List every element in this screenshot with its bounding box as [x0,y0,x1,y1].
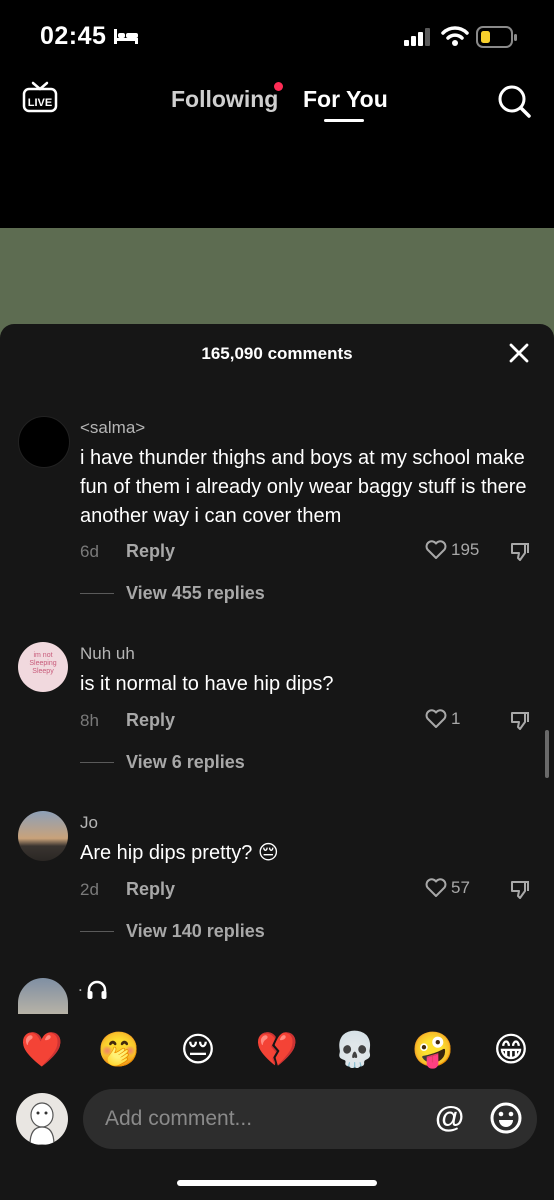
like-button[interactable]: 1 [425,709,460,729]
heart-icon [425,878,447,897]
view-replies-button[interactable]: View 455 replies [80,583,265,604]
dislike-icon[interactable] [509,541,531,563]
like-button[interactable]: 57 [425,878,470,898]
headphones-icon [87,980,107,999]
divider-line [80,931,114,932]
like-count: 1 [451,709,461,728]
active-tab-indicator [324,119,364,122]
comment-username[interactable]: Nuh uh [80,644,135,664]
status-time: 02:45 [40,22,107,50]
quick-emoji-bar: ❤️ 🤭 😔 💔 💀 🤪 😁 [0,1028,554,1074]
divider-line [80,762,114,763]
view-replies-label: View 455 replies [126,583,265,603]
comment-username[interactable]: <salma> [80,418,145,438]
like-button[interactable]: 195 [425,540,479,560]
cellular-signal-icon [404,28,430,46]
avatar-text: im not Sleeping Sleepy [29,652,57,675]
dislike-icon[interactable] [509,879,531,901]
status-bar: 02:45 [0,0,554,70]
sad-face-emoji: 😔 [257,842,279,864]
avatar[interactable]: im not Sleeping Sleepy [18,642,68,692]
top-navigation: LIVE Following For You [0,70,554,130]
divider-line [80,593,114,594]
tab-following[interactable]: Following [171,86,278,113]
emoji-heart[interactable]: ❤️ [20,1028,64,1072]
comment-username[interactable]: . [78,976,83,996]
home-indicator[interactable] [177,1180,377,1186]
live-label: LIVE [28,97,52,109]
scrollbar[interactable] [545,730,549,778]
emoji-skull[interactable]: 💀 [333,1028,377,1072]
comment-time: 2d [80,880,99,899]
comment-time: 8h [80,711,99,730]
sleep-focus-icon [114,29,138,44]
like-count: 57 [451,878,470,897]
comment-text: is it normal to have hip dips? [80,673,334,695]
like-count: 195 [451,540,480,559]
dislike-icon[interactable] [509,710,531,732]
comment-text-body: Are hip dips pretty? [80,842,253,864]
battery-icon [476,26,517,48]
view-replies-label: View 140 replies [126,921,265,941]
emoji-zany-face[interactable]: 🤪 [411,1028,455,1072]
avatar[interactable] [18,978,68,1014]
comments-count-title: 165,090 comments [201,344,353,363]
emoji-picker-icon[interactable] [489,1101,523,1135]
view-replies-label: View 6 replies [126,752,245,772]
comment-username[interactable]: Jo [80,813,98,833]
comment-text: i have thunder thighs and boys at my sch… [80,447,527,527]
avatar[interactable] [18,811,68,861]
view-replies-button[interactable]: View 140 replies [80,921,265,942]
user-avatar[interactable] [16,1093,68,1145]
reply-button[interactable]: Reply [126,710,175,731]
reply-button[interactable]: Reply [126,879,175,900]
emoji-pensive[interactable]: 😔 [176,1028,220,1072]
heart-icon [425,540,447,559]
reply-button[interactable]: Reply [126,541,175,562]
comment-text: Are hip dips pretty? 😔 [80,839,530,868]
view-replies-button[interactable]: View 6 replies [80,752,245,773]
emoji-broken-heart[interactable]: 💔 [255,1028,299,1072]
heart-icon [425,709,447,728]
comment-time: 6d [80,542,99,561]
mention-icon[interactable]: @ [435,1101,464,1135]
wifi-icon [441,26,469,46]
avatar[interactable] [18,416,70,468]
live-icon[interactable]: LIVE [22,80,58,116]
search-icon[interactable] [497,84,531,118]
emoji-grinning[interactable]: 😁 [489,1028,533,1072]
emoji-hand-over-mouth[interactable]: 🤭 [97,1028,141,1072]
tab-for-you[interactable]: For You [303,86,388,113]
notification-dot [274,82,283,91]
comment-input[interactable] [83,1089,537,1149]
close-icon[interactable] [509,343,529,363]
avatar-illustration [29,1102,55,1145]
